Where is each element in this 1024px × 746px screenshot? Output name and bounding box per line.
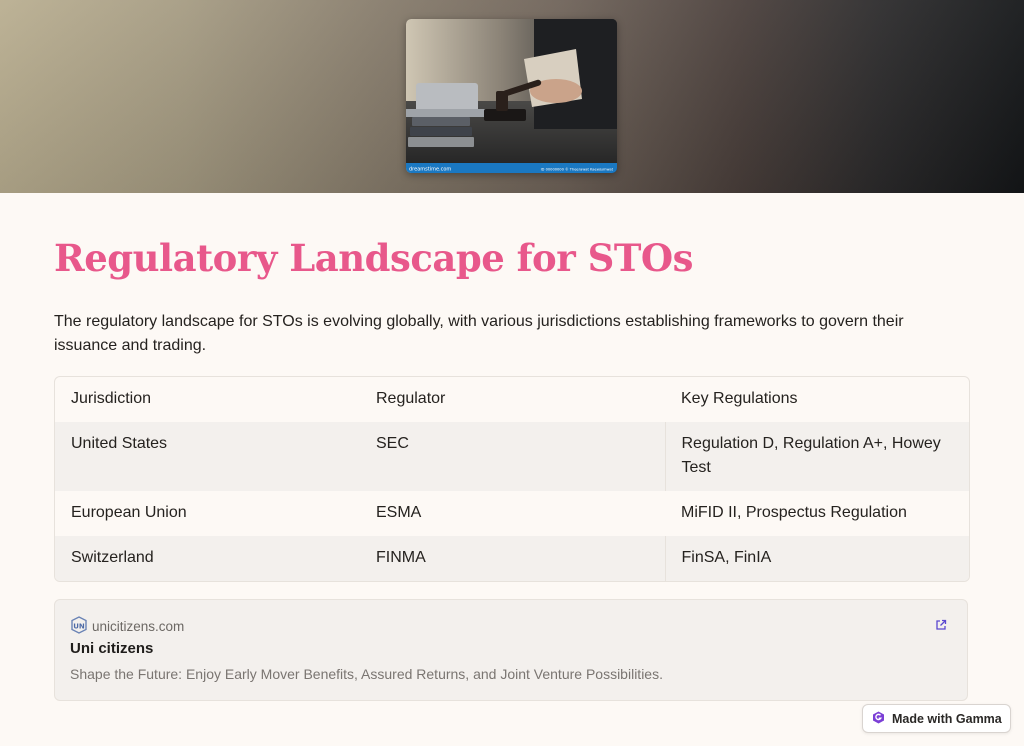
page-title: Regulatory Landscape for STOs <box>54 236 693 280</box>
link-card-site-label: unicitizens.com <box>92 618 185 634</box>
link-card-title: Uni citizens <box>70 640 154 657</box>
table-header-cell: Key Regulations <box>681 390 798 407</box>
svg-text:UN: UN <box>73 622 85 630</box>
table-header-row: Jurisdiction Regulator Key Regulations <box>55 377 969 422</box>
table-cell: Switzerland <box>55 536 360 581</box>
table-cell: ESMA <box>376 504 422 521</box>
table-cell: FINMA <box>360 536 665 581</box>
hero-image-footer-right: ID 00000000 © Theerawat Kaewjumwat <box>541 168 614 172</box>
table-cell: MiFID II, Prospectus Regulation <box>681 504 907 521</box>
external-link-icon[interactable] <box>935 618 947 636</box>
table-cell: Regulation D, Regulation A+, Howey Test <box>664 422 969 491</box>
table-header-cell: Regulator <box>376 390 446 407</box>
table-row: Switzerland FINMA FinSA, FinIA <box>55 536 969 581</box>
hero-image-footer-left: dreamstime.com <box>409 167 451 173</box>
intro-paragraph: The regulatory landscape for STOs is evo… <box>54 313 904 354</box>
regulation-table: Jurisdiction Regulator Key Regulations U… <box>54 376 970 582</box>
table-cell: SEC <box>360 422 665 491</box>
link-card-description: Shape the Future: Enjoy Early Mover Bene… <box>70 666 663 682</box>
unicitizens-logo-icon: UN <box>70 615 88 637</box>
hero-photo-illustration: dreamstime.com ID 00000000 © Theerawat K… <box>406 19 617 173</box>
hero-image: dreamstime.com ID 00000000 © Theerawat K… <box>406 19 617 173</box>
table-cell: European Union <box>71 504 187 521</box>
made-with-gamma-label: Made with Gamma <box>892 711 1002 726</box>
table-row: United States SEC Regulation D, Regulati… <box>55 422 969 491</box>
table-row: European Union ESMA MiFID II, Prospectus… <box>55 491 969 536</box>
table-cell: United States <box>55 422 360 491</box>
table-header-cell: Jurisdiction <box>71 390 152 407</box>
made-with-gamma-badge[interactable]: Made with Gamma <box>862 704 1011 733</box>
gamma-logo-icon <box>872 711 885 727</box>
hero-banner: dreamstime.com ID 00000000 © Theerawat K… <box>0 0 1024 193</box>
link-card-site: UN unicitizens.com <box>70 615 185 637</box>
table-cell: FinSA, FinIA <box>664 536 969 581</box>
link-preview-card[interactable]: UN unicitizens.com Uni citizens Shape th… <box>54 599 968 701</box>
